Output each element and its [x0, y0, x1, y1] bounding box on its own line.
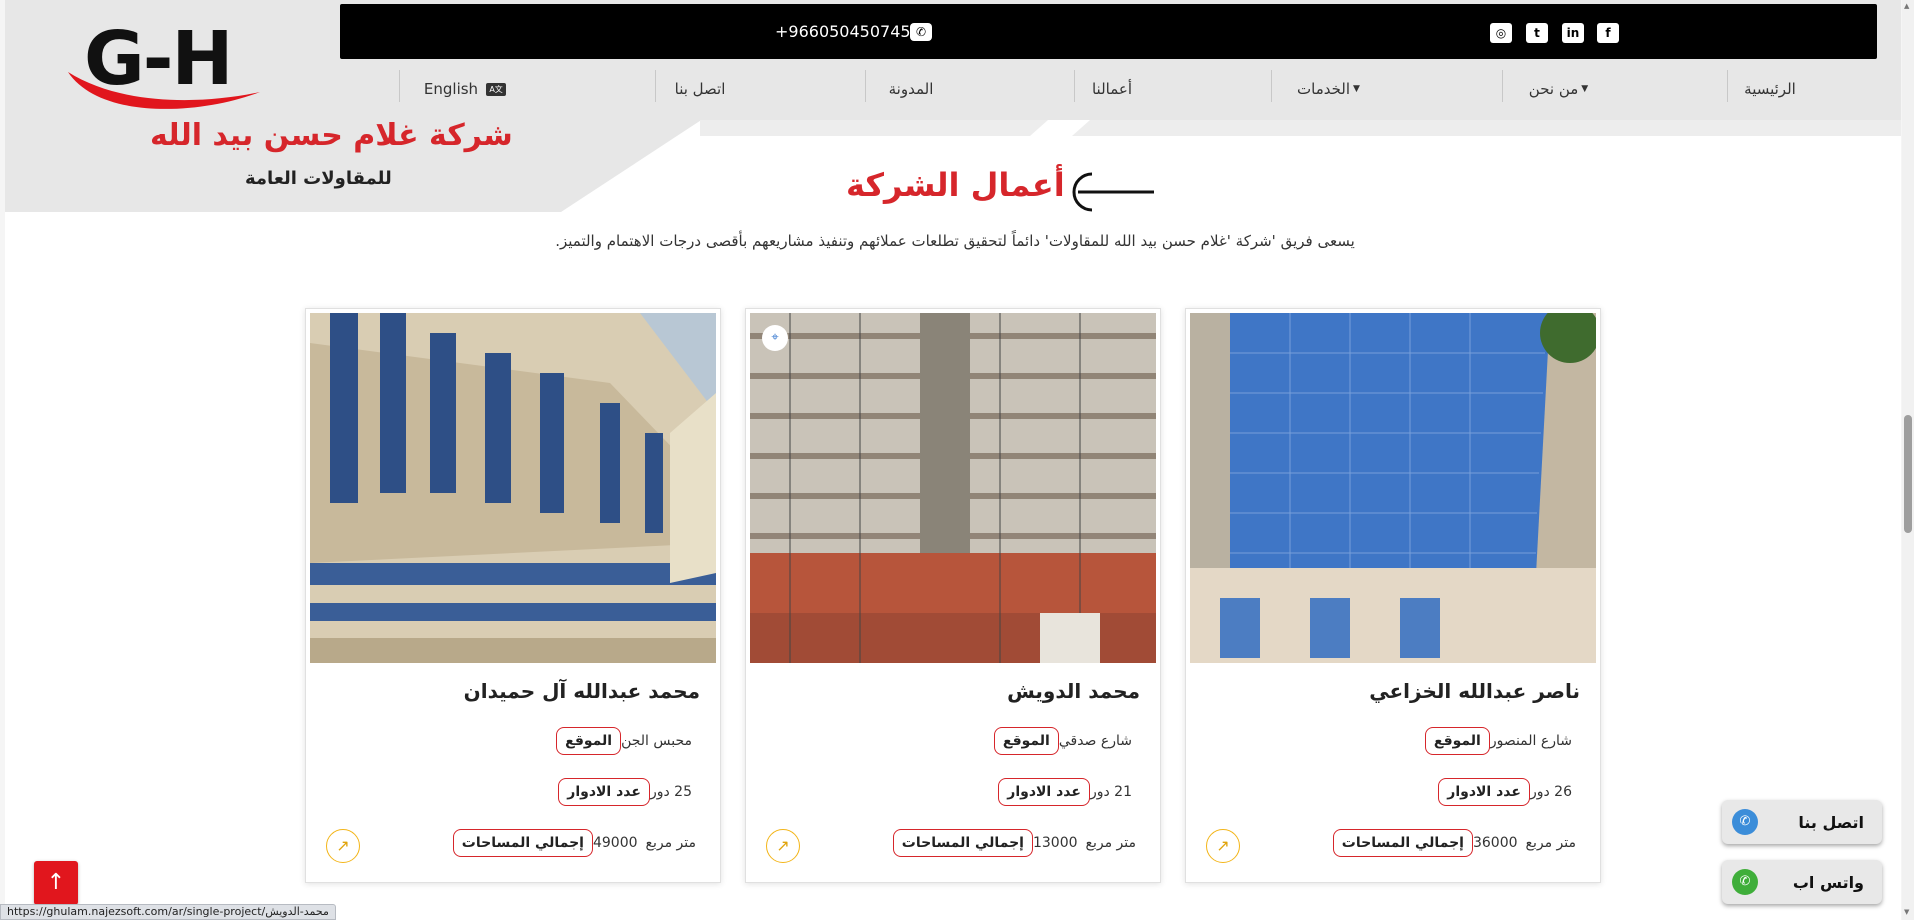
project-title: ناصر عبدالله الخزاعي — [1369, 679, 1580, 703]
location-row: الموقع شارع صدقي — [993, 727, 1140, 755]
nav-divider — [1271, 70, 1272, 102]
facebook-icon[interactable]: f — [1597, 23, 1619, 43]
location-label: الموقع — [1424, 727, 1490, 755]
phone-icon: ✆ — [1732, 809, 1758, 835]
scroll-down-arrow-icon[interactable]: ▼ — [1904, 908, 1909, 916]
location-value: شارع المنصور — [1489, 733, 1572, 749]
area-label: إجمالي المساحات — [1332, 829, 1473, 857]
chevron-down-icon: ▼ — [1581, 84, 1589, 94]
whatsapp-icon: ✆ — [1732, 869, 1758, 895]
location-value: محبس الجن — [621, 733, 692, 749]
section-intro: يسعى فريق 'شركة 'غلام حسن بيد الله للمقا… — [555, 232, 1355, 250]
nav-item-works[interactable]: أعمالنا — [1082, 70, 1142, 108]
chevron-down-icon: ▼ — [1353, 84, 1360, 94]
floors-label: عدد الادوار — [1438, 778, 1530, 806]
location-label: الموقع — [993, 727, 1059, 755]
floors-row: عدد الادوار 21 دور — [998, 778, 1140, 806]
project-image[interactable] — [1190, 313, 1596, 663]
open-project-arrow-icon[interactable]: ↗ — [326, 829, 360, 863]
linkedin-icon[interactable]: in — [1562, 23, 1584, 43]
section-title: أعمال الشركة — [846, 166, 1065, 204]
location-row: الموقع شارع المنصور — [1424, 727, 1580, 755]
nav-divider — [1727, 70, 1728, 102]
project-card[interactable]: محمد عبدالله آل حميدان الموقع محبس الجن … — [305, 308, 721, 883]
open-project-arrow-icon[interactable]: ↗ — [766, 829, 800, 863]
area-row: إجمالي المساحات 13000 متر مربع — [892, 829, 1140, 857]
scroll-up-arrow-icon[interactable]: ▲ — [1904, 2, 1909, 10]
project-image[interactable]: ⌖ — [750, 313, 1156, 663]
whatsapp-icon[interactable]: ✆ — [910, 23, 932, 41]
area-value: 49000 — [592, 835, 638, 851]
area-unit: متر مربع — [1085, 835, 1136, 851]
nav-divider — [1074, 70, 1075, 102]
nav-item-services[interactable]: الخدمات ▼ — [1280, 70, 1380, 108]
nav-item-blog[interactable]: المدونة — [876, 70, 946, 108]
area-label: إجمالي المساحات — [452, 829, 593, 857]
whatsapp-button[interactable]: ✆ واتس اب — [1722, 860, 1882, 904]
floors-value: 26 دور — [1529, 784, 1572, 800]
image-search-icon[interactable]: ⌖ — [762, 325, 788, 351]
open-project-arrow-icon[interactable]: ↗ — [1206, 829, 1240, 863]
header-decor-stripe — [700, 120, 1901, 136]
area-unit: متر مربع — [1525, 835, 1576, 851]
top-contact-bar: +9660504507454 ✆ ◎ t in f — [340, 4, 1877, 59]
heading-decor-icon — [1072, 172, 1154, 212]
project-image[interactable] — [310, 313, 716, 663]
area-label: إجمالي المساحات — [892, 829, 1033, 857]
area-row: إجمالي المساحات 49000 متر مربع — [452, 829, 700, 857]
floors-value: 25 دور — [649, 784, 692, 800]
nav-item-home[interactable]: الرئيسية — [1735, 70, 1805, 108]
company-logo[interactable]: G-H — [60, 10, 290, 120]
floors-value: 21 دور — [1089, 784, 1132, 800]
company-subtitle: للمقاولات العامة — [245, 168, 392, 189]
call-us-button[interactable]: ✆ اتصل بنا — [1722, 800, 1882, 844]
location-label: الموقع — [556, 727, 622, 755]
call-us-label: اتصل بنا — [1798, 812, 1864, 832]
nav-item-about[interactable]: من نحن ▼ — [1510, 70, 1610, 108]
nav-divider — [399, 70, 400, 102]
floors-row: عدد الادوار 26 دور — [1438, 778, 1580, 806]
location-row: الموقع محبس الجن — [556, 727, 700, 755]
project-title: محمد الدويش — [1007, 679, 1140, 703]
nav-item-contact[interactable]: اتصل بنا — [667, 70, 733, 108]
phone-number[interactable]: +9660504507454 — [775, 4, 921, 59]
scroll-to-top-button[interactable]: ↑ — [34, 861, 78, 905]
area-value: 36000 — [1472, 835, 1518, 851]
floors-label: عدد الادوار — [558, 778, 650, 806]
instagram-icon[interactable]: ◎ — [1490, 23, 1512, 43]
nav-divider — [865, 70, 866, 102]
company-name: شركة غلام حسن بيد الله — [150, 118, 513, 153]
logo-swoosh — [68, 72, 260, 109]
scrollbar-thumb[interactable] — [1904, 415, 1912, 533]
project-card[interactable]: ناصر عبدالله الخزاعي الموقع شارع المنصور… — [1185, 308, 1601, 883]
translate-icon: A文 — [486, 82, 507, 96]
nav-divider — [655, 70, 656, 102]
area-value: 13000 — [1032, 835, 1078, 851]
status-bar-url: https://ghulam.najezsoft.com/ar/single-p… — [0, 904, 336, 920]
floors-row: عدد الادوار 25 دور — [558, 778, 700, 806]
language-switch[interactable]: English A文 — [415, 70, 515, 108]
area-row: إجمالي المساحات 36000 متر مربع — [1332, 829, 1580, 857]
area-unit: متر مربع — [645, 835, 696, 851]
floors-label: عدد الادوار — [998, 778, 1090, 806]
project-card[interactable]: ⌖ محمد الدويش الموقع شارع صدقي عدد الادو… — [745, 308, 1161, 883]
nav-divider — [1502, 70, 1503, 102]
twitter-icon[interactable]: t — [1526, 23, 1548, 43]
whatsapp-label: واتس اب — [1792, 872, 1864, 892]
location-value: شارع صدقي — [1058, 733, 1132, 749]
project-title: محمد عبدالله آل حميدان — [463, 679, 700, 703]
page-scrollbar[interactable]: ▲ ▼ — [1902, 0, 1914, 920]
